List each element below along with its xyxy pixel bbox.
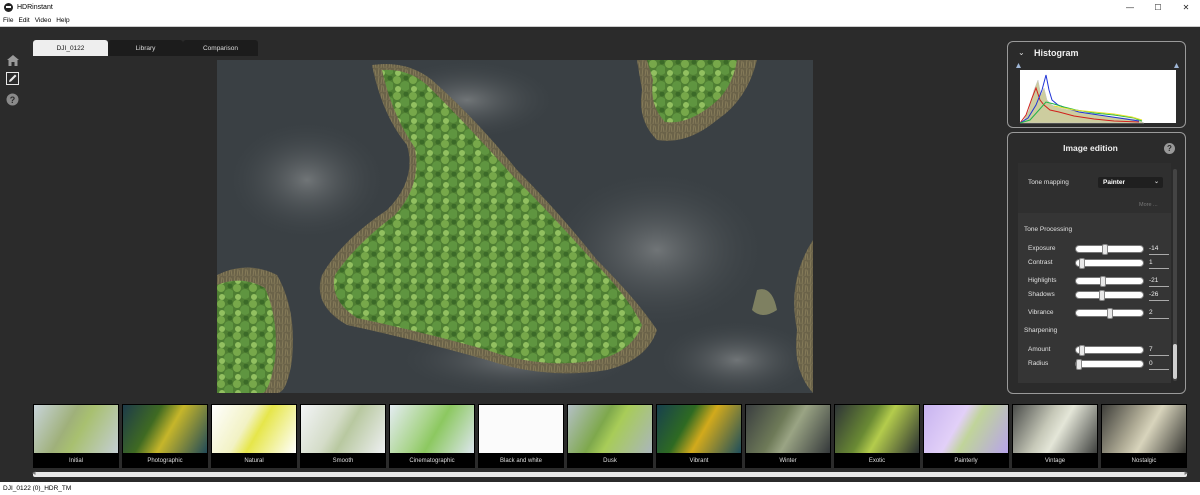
amount-value[interactable]: 7 — [1149, 346, 1169, 356]
histogram-title: Histogram — [1034, 48, 1079, 58]
preset-photographic[interactable]: Photographic — [122, 404, 208, 468]
window-title: HDRinstant — [17, 3, 53, 11]
preset-smooth[interactable]: Smooth — [300, 404, 386, 468]
preset-vintage[interactable]: Vintage — [1012, 404, 1098, 468]
chevron-down-icon: ⌄ — [1153, 179, 1159, 185]
tone-processing-label: Tone Processing — [1024, 226, 1073, 233]
amount-label: Amount — [1028, 346, 1051, 353]
shadows-slider-handle[interactable] — [1098, 290, 1105, 301]
app-logo-icon — [4, 2, 13, 12]
exposure-label: Exposure — [1028, 245, 1056, 252]
edition-scrollbar[interactable] — [1173, 169, 1177, 381]
tab-library[interactable]: Library — [108, 40, 183, 56]
left-sidebar: ? — [0, 27, 25, 482]
minimize-button[interactable]: — — [1116, 0, 1144, 14]
shadows-slider[interactable] — [1075, 290, 1144, 301]
contrast-slider[interactable] — [1075, 258, 1144, 269]
menu-file[interactable]: File — [3, 17, 13, 24]
shadows-value[interactable]: -26 — [1149, 291, 1169, 301]
highlights-slider[interactable] — [1075, 276, 1144, 287]
view-tabs: DJI_0122 Library Comparison — [33, 40, 258, 56]
more-link[interactable]: More ... — [1139, 202, 1158, 208]
vibrance-slider-handle[interactable] — [1107, 308, 1114, 319]
highlights-label: Highlights — [1028, 277, 1057, 284]
image-edition-panel: Image edition ? Tone mapping Painter ⌄ M… — [1007, 132, 1186, 394]
main-image-preview[interactable] — [217, 60, 813, 393]
vibrance-label: Vibrance — [1028, 309, 1054, 316]
exposure-slider[interactable] — [1075, 244, 1144, 255]
edition-scroll-thumb[interactable] — [1173, 344, 1177, 379]
preset-strip: Initial Photographic Natural Smooth Cine… — [33, 404, 1187, 468]
preset-natural[interactable]: Natural — [211, 404, 297, 468]
maximize-button[interactable]: ☐ — [1144, 0, 1172, 14]
highlights-slider-handle[interactable] — [1100, 276, 1107, 287]
histogram-graph — [1016, 63, 1179, 124]
tone-mapping-value: Painter — [1103, 179, 1126, 186]
vibrance-value[interactable]: 2 — [1149, 309, 1169, 319]
contrast-value[interactable]: 1 — [1149, 259, 1169, 269]
preset-dusk[interactable]: Dusk — [567, 404, 653, 468]
exposure-value[interactable]: -14 — [1149, 245, 1169, 255]
chevron-down-icon[interactable]: ⌄ — [1018, 48, 1025, 57]
highlights-value[interactable]: -21 — [1149, 277, 1169, 287]
histogram-panel: ⌄ Histogram — [1007, 41, 1186, 128]
sharpening-label: Sharpening — [1024, 327, 1058, 334]
edition-help-icon[interactable]: ? — [1164, 143, 1175, 154]
image-edition-title: Image edition — [1063, 143, 1118, 153]
title-bar: HDRinstant — ☐ ✕ — [0, 0, 1200, 14]
contrast-slider-handle[interactable] — [1079, 258, 1086, 269]
tab-dji-0122[interactable]: DJI_0122 — [33, 40, 108, 56]
preset-vibrant[interactable]: Vibrant — [656, 404, 742, 468]
preset-initial[interactable]: Initial — [33, 404, 119, 468]
menu-bar: File Edit Video Help — [0, 14, 1200, 27]
highlight-clip-marker-icon — [1174, 63, 1179, 68]
menu-help[interactable]: Help — [56, 17, 69, 24]
preset-black-and-white[interactable]: Black and white — [478, 404, 564, 468]
radius-value[interactable]: 0 — [1149, 360, 1169, 370]
edit-icon[interactable] — [6, 72, 19, 85]
close-button[interactable]: ✕ — [1172, 0, 1200, 14]
preset-cinematographic[interactable]: Cinematographic — [389, 404, 475, 468]
shadow-clip-marker-icon — [1016, 63, 1021, 68]
status-bar: DJI_0122 (0)_HDR_TM — [0, 482, 1200, 495]
preset-winter[interactable]: Winter — [745, 404, 831, 468]
amount-slider-handle[interactable] — [1079, 345, 1086, 356]
window-controls: — ☐ ✕ — [1116, 0, 1200, 14]
preset-painterly[interactable]: Painterly — [923, 404, 1009, 468]
radius-slider-handle[interactable] — [1076, 359, 1082, 370]
preset-strip-scrollbar[interactable] — [32, 469, 1188, 477]
radius-label: Radius — [1028, 360, 1049, 367]
preset-exotic[interactable]: Exotic — [834, 404, 920, 468]
status-text: DJI_0122 (0)_HDR_TM — [3, 485, 72, 492]
vibrance-slider[interactable] — [1075, 308, 1144, 319]
tab-comparison[interactable]: Comparison — [183, 40, 258, 56]
contrast-label: Contrast — [1028, 259, 1053, 266]
menu-video[interactable]: Video — [35, 17, 52, 24]
shadows-label: Shadows — [1028, 291, 1055, 298]
svg-text:?: ? — [10, 95, 16, 105]
tone-mapping-select[interactable]: Painter ⌄ — [1098, 177, 1163, 188]
home-icon[interactable] — [6, 54, 19, 67]
help-icon[interactable]: ? — [6, 93, 19, 106]
tone-mapping-label: Tone mapping — [1028, 179, 1069, 186]
menu-edit[interactable]: Edit — [18, 17, 29, 24]
edition-controls: Tone mapping Painter ⌄ More ... Tone Pro… — [1018, 163, 1171, 383]
amount-slider[interactable] — [1075, 345, 1144, 356]
tone-mapping-section: Tone mapping Painter ⌄ More ... — [1018, 163, 1171, 213]
exposure-slider-handle[interactable] — [1102, 244, 1109, 255]
preset-nostalgic[interactable]: Nostalgic — [1101, 404, 1187, 468]
radius-slider[interactable] — [1075, 359, 1144, 370]
